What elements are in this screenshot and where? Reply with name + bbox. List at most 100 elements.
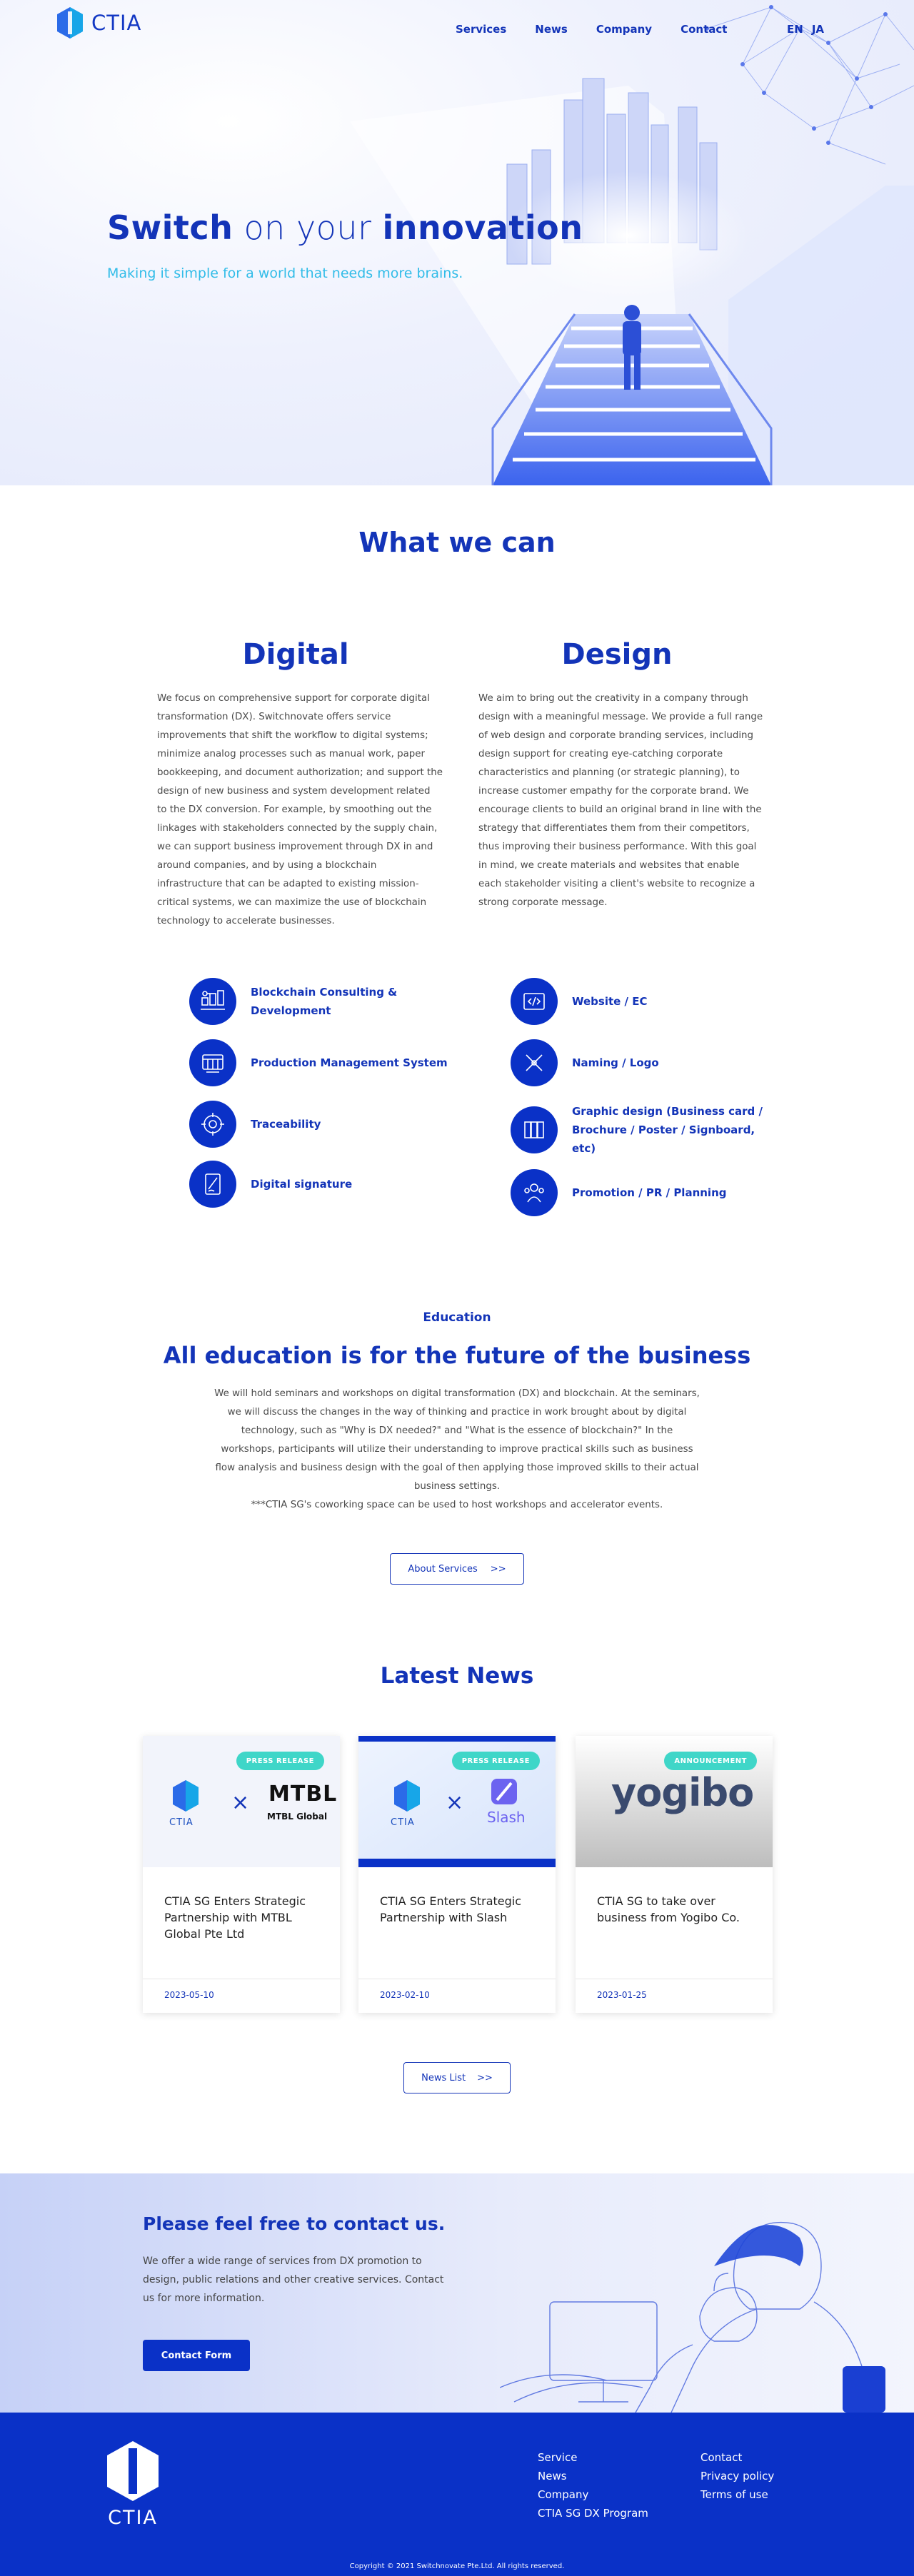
education-note: ***CTIA SG's coworking space can be used…	[251, 1500, 663, 1510]
news-card-title: CTIA SG Enters Strategic Partnership wit…	[164, 1894, 306, 1941]
ctia-logo-caption: CTIA	[391, 1817, 415, 1828]
lang-en[interactable]: EN	[787, 23, 803, 36]
brochure-icon	[511, 1106, 558, 1153]
news-list-button[interactable]: News List >>	[403, 2062, 511, 2093]
slash-logo: Slash	[487, 1809, 526, 1826]
contact-title: Please feel free to contact us.	[143, 2213, 446, 2234]
ctia-logo-caption: CTIA	[169, 1817, 194, 1828]
service-promotion[interactable]: Promotion / PR / Planning	[511, 1169, 779, 1216]
news-card[interactable]: CTIA × Slash PRESS RELEASE CTIA SG Enter…	[358, 1736, 556, 2013]
copyright: Copyright © 2021 Switchnovate Pte.Ltd. A…	[349, 2562, 565, 2570]
hero-title-innovation: innovation	[382, 208, 583, 247]
footer-link-privacy[interactable]: Privacy policy	[700, 2467, 774, 2485]
education-body: We will hold seminars and workshops on d…	[214, 1385, 700, 1515]
education-title: All education is for the future of the b…	[163, 1342, 751, 1369]
logo-text: CTIA	[91, 11, 142, 35]
footer-links-secondary: Contact Privacy policy Terms of use	[700, 2448, 774, 2504]
contact-form-button[interactable]: Contact Form	[143, 2340, 250, 2371]
service-label: Blockchain Consulting & Development	[251, 986, 398, 1017]
education-description: We will hold seminars and workshops on d…	[214, 1388, 700, 1492]
mtbl-logo: MTBL	[268, 1782, 338, 1807]
service-label: Promotion / PR / Planning	[572, 1186, 727, 1199]
news-badge: ANNOUNCEMENT	[664, 1752, 757, 1770]
signature-icon	[189, 1161, 236, 1208]
logo[interactable]: CTIA	[56, 7, 141, 39]
design-title: Design	[561, 638, 673, 671]
news-badge: PRESS RELEASE	[236, 1752, 324, 1770]
service-naming-logo[interactable]: Naming / Logo	[511, 1039, 779, 1086]
footer-logo[interactable]: CTIA	[104, 2441, 161, 2529]
hero-title: Switch on your innovation	[107, 208, 583, 247]
hero-title-middle: on your	[233, 208, 383, 247]
mtbl-logo-sub: MTBL Global	[267, 1812, 328, 1822]
cross-icon: ×	[231, 1790, 250, 1815]
pen-icon	[511, 1039, 558, 1086]
footer-link-terms[interactable]: Terms of use	[700, 2485, 774, 2504]
about-services-label: About Services	[408, 1563, 478, 1575]
service-graphic-design[interactable]: Graphic design (Business card / Brochure…	[511, 1102, 779, 1158]
language-switcher: EN JA	[787, 23, 824, 36]
nav-company[interactable]: Company	[596, 23, 652, 36]
service-label: Production Management System	[251, 1056, 448, 1069]
blockchain-icon	[189, 978, 236, 1025]
lang-ja[interactable]: JA	[812, 23, 824, 36]
news-section-title: Latest News	[380, 1663, 534, 1689]
nav-contact[interactable]: Contact	[681, 23, 727, 36]
traceability-icon	[189, 1101, 236, 1148]
news-card-image: CTIA × Slash PRESS RELEASE	[358, 1736, 556, 1867]
news-card-date: 2023-02-10	[380, 1990, 430, 2000]
service-production-management[interactable]: Production Management System	[189, 1039, 458, 1086]
news-card[interactable]: CTIA × MTBL MTBL Global PRESS RELEASE CT…	[143, 1736, 340, 2013]
service-label: Naming / Logo	[572, 1056, 659, 1069]
cross-icon: ×	[446, 1790, 464, 1815]
news-card[interactable]: yogibo ANNOUNCEMENT CTIA SG to take over…	[576, 1736, 773, 2013]
news-list-label: News List	[421, 2072, 466, 2083]
footer-link-news[interactable]: News	[538, 2467, 648, 2485]
what-we-can-title: What we can	[358, 527, 556, 558]
news-card-date: 2023-01-25	[597, 1990, 647, 2000]
news-card-image: CTIA × MTBL MTBL Global PRESS RELEASE	[143, 1736, 340, 1867]
hero-subtitle: Making it simple for a world that needs …	[107, 266, 463, 281]
education-kicker: Education	[423, 1310, 491, 1325]
footer-logo-text: CTIA	[108, 2507, 158, 2529]
site-header: CTIA Services News Company Contact EN JA	[0, 0, 914, 49]
code-icon	[511, 978, 558, 1025]
footer-link-contact[interactable]: Contact	[700, 2448, 774, 2467]
news-card-title: CTIA SG Enters Strategic Partnership wit…	[380, 1894, 522, 1924]
footer-links-primary: Service News Company CTIA SG DX Program	[538, 2448, 648, 2522]
ctia-logo-icon	[107, 2441, 159, 2501]
contact-illustration	[500, 2221, 885, 2413]
footer-link-service[interactable]: Service	[538, 2448, 648, 2467]
service-traceability[interactable]: Traceability	[189, 1101, 458, 1148]
news-badge: PRESS RELEASE	[451, 1752, 540, 1770]
footer-link-dx-program[interactable]: CTIA SG DX Program	[538, 2504, 648, 2522]
footer-link-company[interactable]: Company	[538, 2485, 648, 2504]
contact-section: Please feel free to contact us. We offer…	[0, 2173, 914, 2413]
news-card-title: CTIA SG to take over business from Yogib…	[597, 1894, 740, 1924]
about-services-button[interactable]: About Services >>	[390, 1553, 524, 1585]
page: CTIA Services News Company Contact EN JA…	[0, 0, 914, 2576]
nav-news[interactable]: News	[535, 23, 568, 36]
promotion-icon	[511, 1169, 558, 1216]
main-nav: Services News Company Contact	[456, 23, 755, 36]
yogibo-logo: yogibo	[611, 1770, 754, 1815]
digital-description: We focus on comprehensive support for co…	[157, 693, 443, 926]
contact-description: We offer a wide range of services from D…	[143, 2256, 444, 2304]
site-footer: CTIA Service News Company CTIA SG DX Pro…	[0, 2413, 914, 2576]
design-description: We aim to bring out the creativity in a …	[478, 693, 763, 908]
service-label: Digital signature	[251, 1178, 353, 1191]
service-blockchain[interactable]: Blockchain Consulting & Development	[189, 978, 458, 1025]
nav-services[interactable]: Services	[456, 23, 506, 36]
ctia-logo-icon	[57, 7, 83, 39]
service-label: Website / EC	[572, 995, 648, 1008]
service-digital-signature[interactable]: Digital signature	[189, 1161, 458, 1208]
digital-title: Digital	[242, 638, 349, 671]
service-label: Graphic design (Business card / Brochure…	[572, 1105, 763, 1155]
news-card-date: 2023-05-10	[164, 1990, 214, 2000]
hero-title-switch: Switch	[107, 208, 233, 247]
production-icon	[189, 1039, 236, 1086]
service-website-ec[interactable]: Website / EC	[511, 978, 779, 1025]
double-arrow-icon: >>	[477, 2072, 493, 2083]
service-label: Traceability	[251, 1118, 321, 1131]
news-card-image: yogibo ANNOUNCEMENT	[576, 1736, 773, 1867]
